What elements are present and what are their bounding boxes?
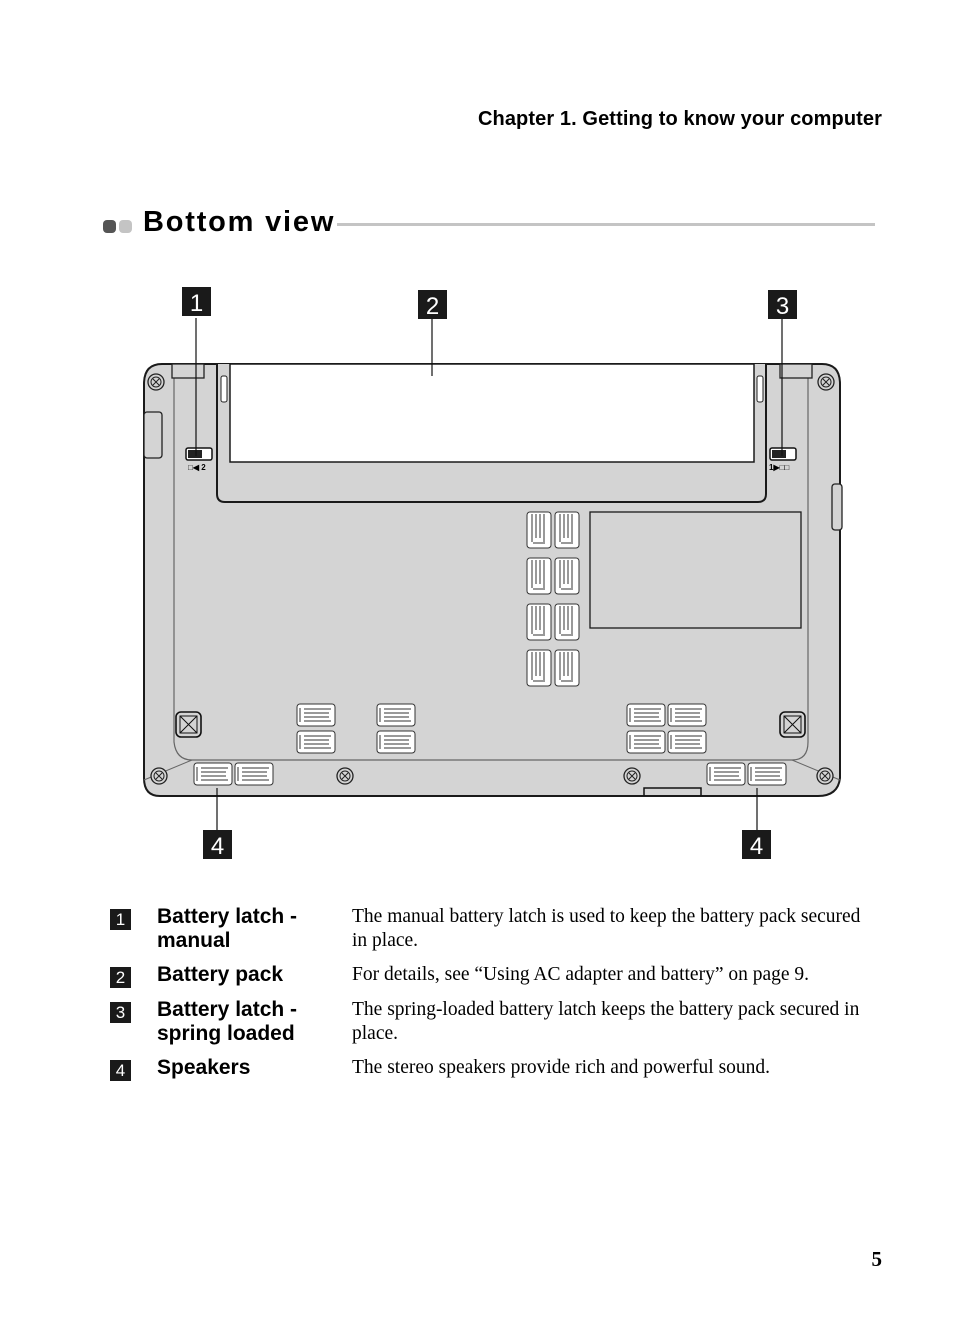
legend-item: 2 Battery pack For details, see “Using A… (110, 963, 880, 988)
callout-1: 1 (182, 287, 211, 317)
legend-number: 4 (110, 1060, 131, 1081)
legend-term: Speakers (157, 1056, 251, 1079)
legend-number: 2 (110, 967, 131, 988)
legend-description: The spring-loaded battery latch keeps th… (352, 999, 860, 1044)
legend-description: For details, see “Using AC adapter and b… (352, 964, 810, 985)
legend-term: Battery latch - spring loaded (157, 998, 298, 1045)
battery-pack (229, 363, 755, 463)
legend-number: 1 (110, 909, 131, 930)
bottom-view-diagram: □◀ 2 1▶□□ 1 2 3 4 4 (143, 287, 843, 860)
page-number: 5 (871, 1247, 883, 1271)
svg-text:1▶□□: 1▶□□ (769, 463, 789, 472)
legend-description: The manual battery latch is used to keep… (352, 906, 861, 951)
svg-text:4: 4 (750, 833, 763, 860)
rubber-foot-icon (175, 711, 202, 738)
screw-icon (623, 767, 641, 785)
legend-term: Battery latch - manual (157, 905, 298, 952)
svg-text:1: 1 (190, 290, 203, 317)
svg-text:3: 3 (776, 293, 789, 320)
screw-icon (816, 767, 834, 785)
callout-2: 2 (418, 290, 447, 320)
callout-4-left: 4 (203, 830, 232, 860)
legend-term: Battery pack (157, 963, 284, 986)
svg-text:□◀ 2: □◀ 2 (188, 463, 206, 472)
legend-description: The stereo speakers provide rich and pow… (352, 1057, 771, 1078)
rubber-foot-icon (779, 711, 806, 738)
screw-icon (150, 767, 168, 785)
screw-icon (817, 373, 835, 391)
callout-3: 3 (768, 290, 797, 320)
legend-number: 3 (110, 1002, 131, 1023)
callout-4-right: 4 (742, 830, 771, 860)
component-legend: 1 Battery latch - manual The manual batt… (110, 905, 880, 1091)
svg-text:4: 4 (211, 833, 224, 860)
legend-item: 3 Battery latch - spring loaded The spri… (110, 998, 880, 1046)
legend-item: 1 Battery latch - manual The manual batt… (110, 905, 880, 953)
screw-icon (336, 767, 354, 785)
screw-icon (147, 373, 165, 391)
legend-item: 4 Speakers The stereo speakers provide r… (110, 1056, 880, 1081)
svg-text:2: 2 (426, 293, 439, 320)
